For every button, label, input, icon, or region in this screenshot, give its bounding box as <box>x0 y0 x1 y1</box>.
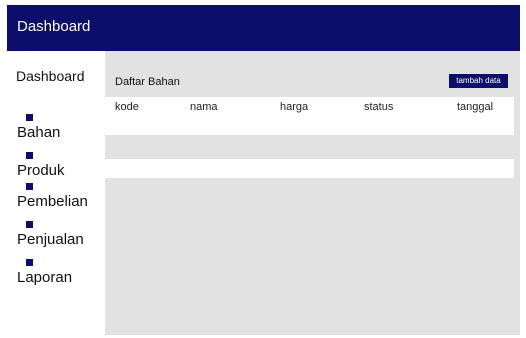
app-title: Dashboard <box>17 18 91 35</box>
sidebar-item-dashboard[interactable]: Dashboard <box>16 68 85 84</box>
sidebar-item-label: Produk <box>17 162 65 179</box>
square-bullet-icon <box>26 152 33 159</box>
square-bullet-icon <box>26 114 33 121</box>
sidebar: Dashboard Bahan Produk Pembelian Penjual… <box>7 51 105 335</box>
main-content: Daftar Bahan tambah data kode nama harga… <box>105 51 520 335</box>
square-bullet-icon <box>26 259 33 266</box>
app-window: Dashboard Dashboard Bahan Produk Pembeli… <box>7 5 520 335</box>
table-row[interactable] <box>105 159 514 178</box>
square-bullet-icon <box>26 221 33 228</box>
column-header-kode: kode <box>115 101 139 113</box>
sidebar-item-label: Bahan <box>17 124 61 141</box>
table-header: kode nama harga status tanggal <box>105 97 514 135</box>
section-title: Daftar Bahan <box>115 76 180 88</box>
column-header-tanggal: tanggal <box>457 101 494 113</box>
square-bullet-icon <box>26 183 33 190</box>
top-bar: Dashboard <box>7 5 520 51</box>
column-header-status: status <box>364 101 394 113</box>
sidebar-item-label: Pembelian <box>17 193 88 210</box>
sidebar-item-label: Laporan <box>17 269 73 286</box>
sidebar-item-label: Penjualan <box>17 231 84 248</box>
add-data-button[interactable]: tambah data <box>449 74 508 88</box>
column-header-harga: harga <box>280 101 309 113</box>
column-header-nama: nama <box>190 101 218 113</box>
